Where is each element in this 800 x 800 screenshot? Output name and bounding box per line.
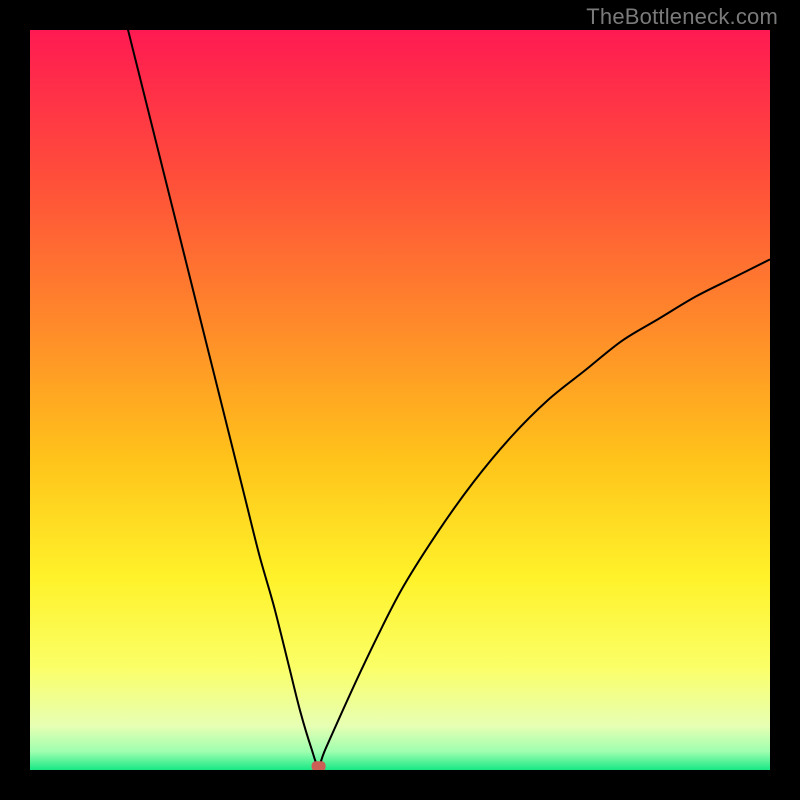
watermark-text: TheBottleneck.com [586,4,778,30]
gradient-background [30,30,770,770]
chart-frame: TheBottleneck.com [0,0,800,800]
plot-area [30,30,770,770]
optimal-marker [312,761,326,770]
plot-svg [30,30,770,770]
